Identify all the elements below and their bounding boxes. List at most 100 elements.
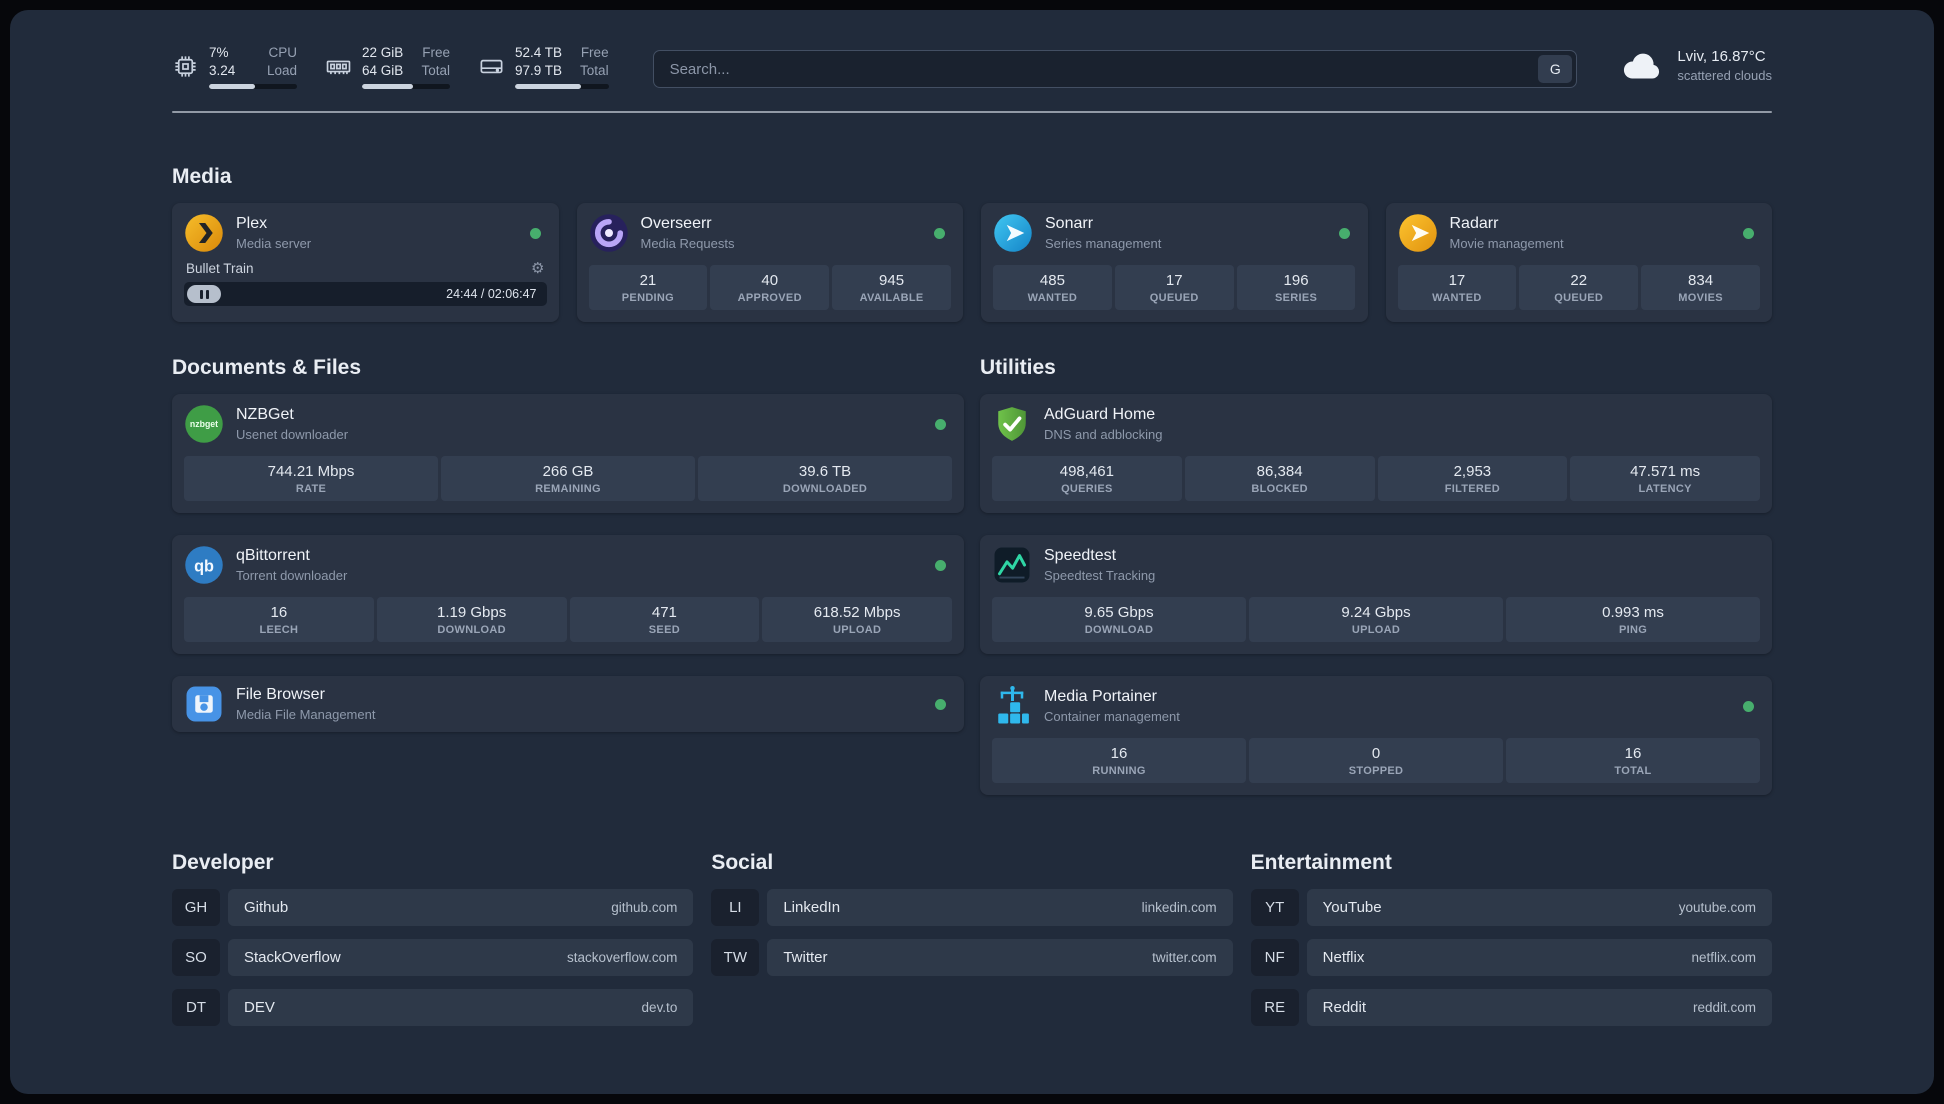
status-dot <box>1338 227 1350 239</box>
cpu-bar <box>209 84 297 90</box>
search-input[interactable] <box>652 50 1578 88</box>
stat-value: 16 <box>1624 745 1642 763</box>
bookmark-reddit[interactable]: RE Reddit reddit.com <box>1250 989 1772 1027</box>
service-card-overseerr[interactable]: Overseerr Media Requests 21 PENDING 40 APP… <box>576 203 963 323</box>
bookmark-abbr: DT <box>172 989 220 1027</box>
bookmark-linkedin[interactable]: LI LinkedIn linkedin.com <box>711 889 1233 927</box>
stat-value: 16 <box>270 604 288 622</box>
search-provider-button[interactable]: G <box>1538 55 1573 83</box>
plex-now-playing: Bullet Train ⚙ 24:44 / 02:06:47 <box>184 261 547 307</box>
stat-value: 40 <box>761 272 779 290</box>
stat-value: 47.571 ms <box>1630 463 1701 481</box>
service-subtitle: DNS and adblocking <box>1044 427 1163 443</box>
stat-label: STOPPED <box>1348 765 1404 778</box>
memory-total-value: 64 GiB <box>362 63 404 79</box>
stat-value: 21 <box>639 272 657 290</box>
search-container: G <box>652 50 1578 88</box>
stat-value: 196 <box>1283 272 1309 290</box>
group-documents: Documents & Files nzbget NZBGet Usenet d… <box>172 356 964 733</box>
service-card-sonarr[interactable]: Sonarr Series management 485 WANTED 17 QUE… <box>981 203 1368 323</box>
memory-bar <box>362 84 450 90</box>
disk-widget: 52.4 TB Free 97.9 TB Total <box>478 44 609 90</box>
disk-free-value: 52.4 TB <box>515 45 563 60</box>
bookmarks-section: Developer GH Github github.com SO StackOv… <box>172 851 1772 1027</box>
stat-label: PING <box>1618 624 1648 637</box>
stat-tile: 945 AVAILABLE <box>832 265 951 311</box>
service-header: Radarr Movie management <box>1398 213 1761 253</box>
stat-label: UPLOAD <box>1351 624 1401 637</box>
memory-widget: 22 GiB Free 64 GiB Total <box>325 44 450 90</box>
service-card-filebrowser[interactable]: File Browser Media File Management <box>172 676 964 733</box>
stat-value: 485 <box>1039 272 1065 290</box>
service-card-speedtest[interactable]: Speedtest Speedtest Tracking 9.65 Gbps DO… <box>980 535 1772 655</box>
stat-label: REMAINING <box>535 483 601 496</box>
disk-total-value: 97.9 TB <box>515 63 563 79</box>
disk-readout: 52.4 TB Free 97.9 TB Total <box>515 44 609 90</box>
bookmark-name: Github <box>244 899 289 917</box>
stat-value: 945 <box>879 272 905 290</box>
stat-label: AVAILABLE <box>859 292 924 305</box>
service-card-qbittorrent[interactable]: qb qBittorrent Torrent downloader 16 LEEC… <box>172 535 964 655</box>
status-dot <box>529 227 541 239</box>
service-card-adguard[interactable]: AdGuard Home DNS and adblocking 498,461 Q… <box>980 394 1772 514</box>
plex-icon <box>184 213 224 253</box>
stat-label: SEED <box>648 624 680 637</box>
stat-label: RATE <box>295 483 327 496</box>
bookmark-dev[interactable]: DT DEV dev.to <box>172 989 694 1027</box>
stat-tile: 16 LEECH <box>184 597 374 643</box>
stat-label: LATENCY <box>1638 483 1692 496</box>
service-card-plex[interactable]: Plex Media server Bullet Train ⚙ 24:44 /… <box>172 203 559 323</box>
cpu-load-label: Load <box>266 63 297 79</box>
disk-free-label: Free <box>580 45 609 60</box>
stat-label: QUERIES <box>1061 483 1113 496</box>
overseerr-icon <box>589 213 629 253</box>
player-progress-bar[interactable]: 24:44 / 02:06:47 <box>184 282 547 307</box>
service-subtitle: Usenet downloader <box>236 427 349 443</box>
stat-tile: 498,461 QUERIES <box>992 456 1182 502</box>
stat-tile: 17 QUEUED <box>1114 265 1234 311</box>
bookmark-stackoverflow[interactable]: SO StackOverflow stackoverflow.com <box>172 939 694 977</box>
stat-label: DOWNLOAD <box>437 624 506 637</box>
stat-tile: 471 SEED <box>569 597 760 643</box>
service-card-radarr[interactable]: Radarr Movie management 17 WANTED 22 QUEUE… <box>1385 203 1772 323</box>
stat-tile: 9.24 Gbps UPLOAD <box>1249 597 1503 643</box>
bookmark-name: Netflix <box>1322 949 1365 967</box>
gear-icon[interactable]: ⚙ <box>531 261 544 276</box>
speedtest-icon <box>992 545 1032 585</box>
bookmark-abbr: SO <box>172 939 220 977</box>
top-bar: 7% CPU 3.24 Load 22 GiB Free 64 GiB Total <box>172 44 1772 90</box>
now-playing-title: Bullet Train <box>186 261 254 277</box>
bookmark-github[interactable]: GH Github github.com <box>172 889 694 927</box>
stat-tile: 86,384 BLOCKED <box>1184 456 1375 502</box>
cpu-widget: 7% CPU 3.24 Load <box>172 44 297 90</box>
bookmark-netflix[interactable]: NF Netflix netflix.com <box>1250 939 1772 977</box>
service-name: Sonarr <box>1045 215 1094 233</box>
stat-value: 266 GB <box>542 463 594 481</box>
stat-value: 1.19 Gbps <box>437 604 507 622</box>
stat-tile: 0.993 ms PING <box>1506 597 1760 643</box>
bookmark-url: github.com <box>611 900 678 916</box>
bookmark-name: LinkedIn <box>783 899 841 917</box>
service-card-portainer[interactable]: Media Portainer Container management 16 R… <box>980 676 1772 796</box>
bookmark-url: stackoverflow.com <box>567 950 678 966</box>
bookmark-name: Twitter <box>783 949 828 967</box>
portainer-icon <box>992 686 1032 726</box>
pause-icon[interactable] <box>187 285 221 304</box>
service-header: AdGuard Home DNS and adblocking <box>992 404 1760 444</box>
service-header: File Browser Media File Management <box>184 684 952 724</box>
filebrowser-icon <box>184 684 224 724</box>
service-name: Overseerr <box>640 215 712 233</box>
stat-label: DOWNLOAD <box>1084 624 1154 637</box>
bookmark-url: reddit.com <box>1692 1000 1756 1016</box>
bookmark-group-developer: Developer GH Github github.com SO StackOv… <box>172 851 694 1027</box>
service-card-nzbget[interactable]: nzbget NZBGet Usenet downloader 744.21 M… <box>172 394 964 514</box>
stat-label: WANTED <box>1027 292 1078 305</box>
status-dot <box>1743 227 1754 239</box>
bookmark-twitter[interactable]: TW Twitter twitter.com <box>711 939 1233 977</box>
bookmark-youtube[interactable]: YT YouTube youtube.com <box>1250 889 1772 927</box>
service-name: Media Portainer <box>1044 688 1157 706</box>
stat-value: 17 <box>1448 272 1466 290</box>
stat-tile: 16 TOTAL <box>1506 738 1760 784</box>
service-stats: 17 WANTED 22 QUEUED 834 MOVIES <box>1397 265 1761 311</box>
bookmark-url: linkedin.com <box>1141 900 1217 916</box>
